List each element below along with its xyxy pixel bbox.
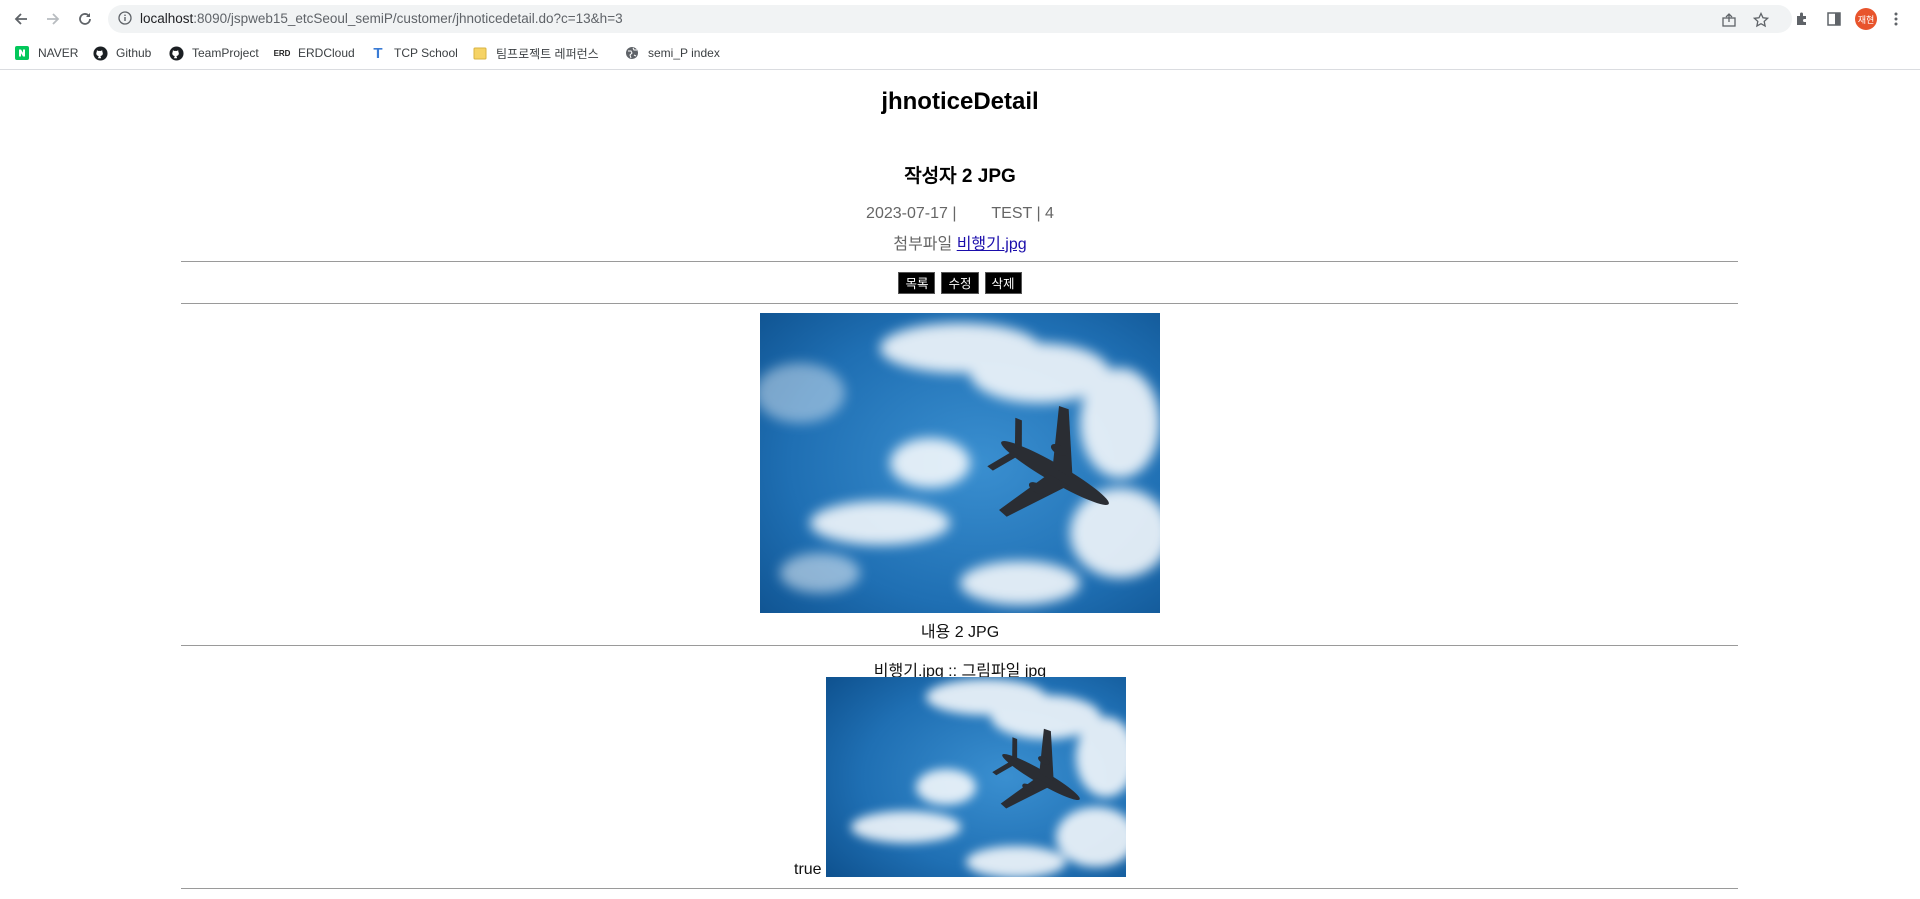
- post-writer-hits: TEST | 4: [991, 205, 1054, 222]
- forward-arrow-icon: [47, 13, 60, 25]
- bookmark-label: semi_P index: [648, 46, 720, 60]
- back-button[interactable]: [8, 6, 34, 32]
- bookmark-star-icon[interactable]: [1752, 11, 1770, 29]
- bookmark-label: TCP School: [394, 46, 458, 60]
- post-meta: 2023-07-17 | TEST | 4: [0, 205, 1920, 223]
- side-panel-icon[interactable]: [1823, 8, 1845, 30]
- folder-icon: [472, 45, 488, 61]
- post-body: 내용 2 JPG: [920, 624, 1000, 641]
- airplane-photo: [760, 313, 1160, 613]
- bookmark-label: TeamProject: [192, 46, 259, 60]
- post-date: 2023-07-17 |: [866, 205, 957, 222]
- erd-icon: ERD: [273, 48, 291, 58]
- reload-button[interactable]: [72, 6, 98, 32]
- forward-button[interactable]: [40, 6, 66, 32]
- bookmark-erdcloud[interactable]: ERD ERDCloud: [274, 44, 355, 62]
- bookmark-github[interactable]: Github: [92, 44, 151, 62]
- back-arrow-icon: [14, 13, 27, 25]
- reload-icon: [79, 13, 91, 25]
- list-button[interactable]: 목록: [898, 272, 936, 294]
- bookmark-label: 팀프로젝트 레퍼런스: [496, 46, 599, 61]
- action-buttons: 목록 수정 삭제: [0, 272, 1920, 294]
- naver-icon: [14, 45, 30, 61]
- page-content: jhnoticeDetail 작성자 2 JPG 2023-07-17 | TE…: [0, 70, 1920, 899]
- globe-icon: [624, 45, 640, 61]
- bookmark-label: NAVER: [38, 46, 79, 60]
- extensions-icon[interactable]: [1791, 8, 1813, 30]
- delete-button[interactable]: 삭제: [984, 272, 1022, 294]
- browser-toolbar: localhost:8090/jspweb15_etcSeoul_semiP/c…: [0, 0, 1920, 37]
- share-icon[interactable]: [1720, 11, 1738, 29]
- boolean-text: true: [794, 861, 822, 878]
- menu-kebab-icon[interactable]: [1885, 8, 1907, 30]
- page-title: jhnoticeDetail: [881, 88, 1039, 115]
- url-host: localhost: [140, 11, 194, 26]
- airplane-thumbnail: [826, 677, 1126, 877]
- post-title: 작성자 2 JPG: [904, 166, 1016, 187]
- bookmark-label: ERDCloud: [298, 46, 355, 60]
- github-icon: [92, 45, 108, 61]
- bookmark-teamproject[interactable]: TeamProject: [168, 44, 259, 62]
- attachment-label: 첨부파일: [893, 236, 953, 253]
- profile-avatar[interactable]: 재현: [1855, 8, 1877, 30]
- site-info-icon[interactable]: [118, 11, 132, 30]
- bookmark-tcp-school[interactable]: T TCP School: [370, 44, 458, 62]
- bookmark-semi-p-index[interactable]: semi_P index: [624, 44, 720, 62]
- tcp-icon: T: [373, 44, 383, 62]
- divider: [181, 645, 1738, 646]
- url-path: :8090/jspweb15_etcSeoul_semiP/customer/j…: [193, 11, 623, 26]
- github-icon: [168, 45, 184, 61]
- bookmark-team-reference[interactable]: 팀프로젝트 레퍼런스: [472, 44, 599, 62]
- bookmark-label: Github: [116, 46, 152, 60]
- address-bar[interactable]: localhost:8090/jspweb15_etcSeoul_semiP/c…: [108, 5, 1792, 33]
- divider: [181, 261, 1738, 262]
- divider: [181, 303, 1738, 304]
- attachment-row: 첨부파일 비행기.jpg: [0, 230, 1920, 254]
- divider: [181, 888, 1738, 889]
- bookmark-naver[interactable]: NAVER: [14, 44, 78, 62]
- bookmarks-bar: NAVER Github TeamProject ERD ERDCloud T …: [0, 37, 1920, 70]
- url-text[interactable]: localhost:8090/jspweb15_etcSeoul_semiP/c…: [140, 11, 623, 26]
- edit-button[interactable]: 수정: [941, 272, 979, 294]
- attachment-link[interactable]: 비행기.jpg: [957, 236, 1027, 253]
